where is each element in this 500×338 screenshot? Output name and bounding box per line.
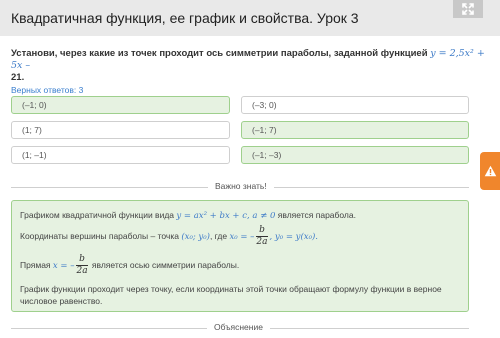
answer-option-3[interactable]: (1; 7) [11,121,230,139]
info-line-1: Графиком квадратичной функции вида y = a… [20,210,356,221]
header-bar: Квадратичная функция, ее график и свойст… [0,0,500,36]
fraction-numerator: b [256,225,268,237]
warning-triangle-icon [484,165,496,177]
warning-tab[interactable] [480,152,500,190]
info-line-2-mid: , где [209,230,230,241]
lesson-title: Квадратичная функция, ее график и свойст… [11,10,359,26]
info-line-1-tail: является парабола. [275,210,356,220]
axis-fraction: b 2a [76,254,88,277]
answer-option-2[interactable]: (–3; 0) [241,96,469,114]
info-line-2-point: (x₀; y₀) [181,231,210,242]
question-text: Установи, через какие из точек проходит … [11,48,489,84]
info-line-2-text: Координаты вершины параболы – точка [20,230,182,241]
info-line-3-text: Прямая [20,259,53,270]
info-line-3-x: x = – [52,260,75,271]
axis-fraction-numerator: b [76,254,88,266]
info-line-2: Координаты вершины параболы – точка (x₀;… [20,225,318,248]
info-line-3-tail: является осью симметрии параболы. [89,259,240,270]
answers-count: Верных ответов: 3 [11,85,84,95]
important-label: Важно знать! [208,181,274,191]
answer-option-4[interactable]: (–1; 7) [241,121,469,139]
info-line-2-y0: , y₀ = y(x₀). [269,231,318,242]
important-info-box: Графиком квадратичной функции вида y = a… [11,200,469,312]
info-line-3: Прямая x = – b 2a является осью симметрии … [20,254,239,277]
question-text-after: 21. [11,72,25,83]
explanation-label[interactable]: Объяснение [207,322,270,332]
axis-fraction-denominator: 2a [76,266,88,276]
answer-option-6[interactable]: (–1; –3) [241,146,469,164]
info-line-4: График функции проходит через точку, есл… [20,284,442,294]
expand-arrows-icon [462,3,474,15]
info-line-2-x0: x₀ = – [229,231,255,242]
info-line-5: числовое равенство. [20,296,103,306]
answer-option-1[interactable]: (–1; 0) [11,96,230,114]
vertex-fraction: b 2a [256,225,268,248]
info-line-1-text: Графиком квадратичной функции вида [20,210,177,220]
info-line-1-formula: y = ax² + bx + c, a ≠ 0 [176,211,276,221]
fraction-denominator: 2a [256,237,268,247]
expand-button[interactable] [453,0,483,18]
question-text-before: Установи, через какие из точек проходит … [11,48,431,59]
answer-option-5[interactable]: (1; –1) [11,146,230,164]
